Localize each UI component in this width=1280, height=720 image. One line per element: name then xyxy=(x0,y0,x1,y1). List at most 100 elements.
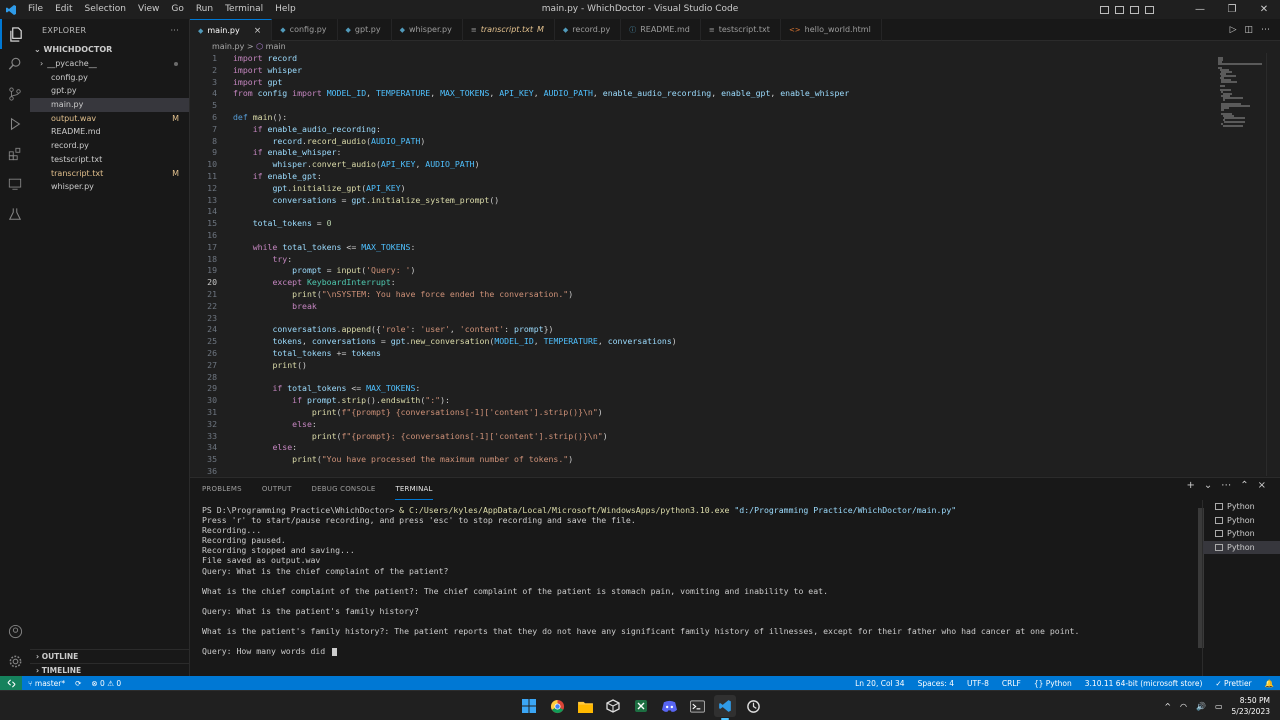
file-item-transcript[interactable]: transcript.txt M xyxy=(30,167,189,181)
end-of-line[interactable]: CRLF xyxy=(1002,679,1021,688)
explorer-more-icon[interactable]: ··· xyxy=(170,19,179,43)
more-actions-icon[interactable]: ⋯ xyxy=(1261,25,1270,35)
menu-help[interactable]: Help xyxy=(269,0,302,19)
windows-start-icon[interactable] xyxy=(518,695,540,717)
new-terminal-icon[interactable]: + xyxy=(1186,480,1194,491)
explorer-icon[interactable] xyxy=(0,19,30,49)
extensions-icon[interactable] xyxy=(0,139,30,169)
minimize-button[interactable]: — xyxy=(1184,0,1216,19)
tab-problems[interactable]: PROBLEMS xyxy=(202,478,242,500)
split-editor-icon[interactable]: ◫ xyxy=(1244,25,1253,35)
tab-record-py[interactable]: ◆ record.py xyxy=(555,19,622,41)
terminal-instance[interactable]: Python xyxy=(1203,514,1280,528)
toggle-panel-icon[interactable] xyxy=(1115,5,1124,14)
tab-whisper-py[interactable]: ◆ whisper.py xyxy=(392,19,463,41)
menu-view[interactable]: View xyxy=(132,0,165,19)
maximize-panel-icon[interactable]: ⌃ xyxy=(1240,480,1248,491)
menu-run[interactable]: Run xyxy=(190,0,219,19)
close-window-button[interactable]: ✕ xyxy=(1248,0,1280,19)
tab-transcript-txt[interactable]: ≡ transcript.txt M xyxy=(463,19,555,41)
file-item-testscript[interactable]: testscript.txt xyxy=(30,153,189,167)
terminal-instance[interactable]: Python xyxy=(1203,527,1280,541)
close-panel-icon[interactable]: × xyxy=(1258,480,1266,491)
battery-icon[interactable]: ▭ xyxy=(1215,702,1223,711)
sync-icon[interactable]: ⟳ xyxy=(75,679,81,688)
file-item-config[interactable]: config.py xyxy=(30,71,189,85)
file-item-record[interactable]: record.py xyxy=(30,139,189,153)
problems-status[interactable]: ⊗ 0 ⚠ 0 xyxy=(91,679,121,688)
editor-scrollbar[interactable] xyxy=(1266,53,1280,476)
menu-go[interactable]: Go xyxy=(165,0,189,19)
notifications-bell-icon[interactable]: 🔔 xyxy=(1265,679,1274,688)
testing-icon[interactable] xyxy=(0,199,30,229)
menu-selection[interactable]: Selection xyxy=(79,0,132,19)
tab-hello-world-html[interactable]: <> hello_world.html xyxy=(781,19,882,41)
prettier-status[interactable]: ✓ Prettier xyxy=(1215,679,1251,688)
remote-indicator-icon[interactable] xyxy=(0,676,22,690)
volume-icon[interactable]: 🔊 xyxy=(1196,702,1206,711)
breadcrumb-file[interactable]: main.py xyxy=(212,42,244,51)
file-item-gpt[interactable]: gpt.py xyxy=(30,84,189,98)
file-item-output-wav[interactable]: output.wav M xyxy=(30,112,189,126)
indentation[interactable]: Spaces: 4 xyxy=(918,679,954,688)
tab-config-py[interactable]: ◆ config.py xyxy=(272,19,338,41)
language-mode[interactable]: {} Python xyxy=(1034,679,1072,688)
run-debug-icon[interactable] xyxy=(0,109,30,139)
discord-icon[interactable] xyxy=(658,695,680,717)
minimap[interactable] xyxy=(1215,53,1265,476)
terminal-output[interactable]: PS D:\Programming Practice\WhichDoctor> … xyxy=(202,505,1192,665)
code-editor[interactable]: 1 import record 2 import whisper 3 import gpt… xyxy=(190,53,1215,476)
workspace-folder[interactable]: ⌄ WHICHDOCTOR xyxy=(30,43,189,57)
python-interpreter[interactable]: 3.10.11 64-bit (microsoft store) xyxy=(1085,679,1203,688)
settings-app-icon[interactable] xyxy=(742,695,764,717)
clock[interactable]: 8:50 PM 5/23/2023 xyxy=(1232,695,1270,717)
code-line: 18 try: xyxy=(190,254,1215,266)
toggle-secondary-sidebar-icon[interactable] xyxy=(1130,5,1139,14)
maximize-button[interactable]: ❐ xyxy=(1216,0,1248,19)
search-icon[interactable] xyxy=(0,49,30,79)
terminal-instance[interactable]: Python xyxy=(1203,540,1280,554)
file-item-pycache[interactable]: › __pycache__ xyxy=(30,57,189,71)
terminal-instance-label: Python xyxy=(1227,542,1255,552)
panel-more-icon[interactable]: ⋯ xyxy=(1221,480,1231,491)
terminal-app-icon[interactable] xyxy=(686,695,708,717)
cursor-position[interactable]: Ln 20, Col 34 xyxy=(855,679,904,688)
wifi-icon[interactable]: ◠ xyxy=(1180,702,1187,711)
toggle-sidebar-icon[interactable] xyxy=(1100,5,1109,14)
accounts-icon[interactable] xyxy=(0,616,30,646)
tray-chevron-icon[interactable]: ^ xyxy=(1164,702,1171,711)
chrome-icon[interactable] xyxy=(546,695,568,717)
menu-edit[interactable]: Edit xyxy=(49,0,78,19)
terminal-instance[interactable]: Python xyxy=(1203,500,1280,514)
menu-terminal[interactable]: Terminal xyxy=(219,0,269,19)
file-item-whisper[interactable]: whisper.py xyxy=(30,180,189,194)
run-python-file-icon[interactable]: ▷ xyxy=(1230,25,1237,35)
tab-readme-md[interactable]: ⓘ README.md xyxy=(621,19,701,41)
tab-main-py[interactable]: ◆ main.py × xyxy=(190,19,273,42)
breadcrumb-symbol[interactable]: main xyxy=(266,42,286,51)
branch-status[interactable]: ⑂ master* xyxy=(28,679,65,688)
encoding[interactable]: UTF-8 xyxy=(967,679,989,688)
file-item-main[interactable]: main.py xyxy=(30,98,189,112)
remote-explorer-icon[interactable] xyxy=(0,169,30,199)
manage-gear-icon[interactable] xyxy=(0,646,30,676)
menu-file[interactable]: File xyxy=(22,0,49,19)
timeline-section[interactable]: › TIMELINE xyxy=(30,663,190,677)
tab-testscript-txt[interactable]: ≡ testscript.txt xyxy=(701,19,781,41)
tab-gpt-py[interactable]: ◆ gpt.py xyxy=(338,19,392,41)
file-explorer-icon[interactable] xyxy=(574,695,596,717)
customize-layout-icon[interactable] xyxy=(1145,5,1154,14)
close-tab-icon[interactable]: × xyxy=(254,20,262,42)
excel-sheet-icon[interactable] xyxy=(630,695,652,717)
vscode-taskbar-icon[interactable] xyxy=(714,695,736,720)
terminal-dropdown-icon[interactable]: ⌄ xyxy=(1204,480,1212,491)
tab-output[interactable]: OUTPUT xyxy=(262,478,292,500)
tab-terminal[interactable]: TERMINAL xyxy=(395,479,433,500)
panel-tabs: PROBLEMS OUTPUT DEBUG CONSOLE TERMINAL xyxy=(190,478,1280,500)
source-control-icon[interactable] xyxy=(0,79,30,109)
file-item-readme[interactable]: README.md xyxy=(30,125,189,139)
line-number: 3 xyxy=(212,76,217,87)
app-cube-icon[interactable] xyxy=(602,695,624,717)
tab-debug-console[interactable]: DEBUG CONSOLE xyxy=(312,478,376,500)
outline-section[interactable]: › OUTLINE xyxy=(30,649,190,663)
